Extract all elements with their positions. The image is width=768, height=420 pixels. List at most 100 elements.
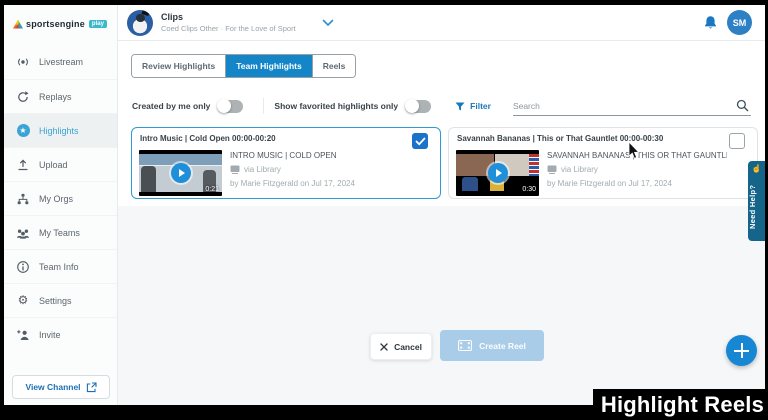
highlight-name: INTRO MUSIC | COLD OPEN xyxy=(230,151,410,160)
create-reel-label: Create Reel xyxy=(479,341,526,351)
highlight-card-savannah-bananas[interactable]: Savannah Bananas | This or That Gauntlet… xyxy=(448,127,758,199)
tab-review-highlights[interactable]: Review Highlights xyxy=(132,55,225,77)
sidebar-item-label: Team Info xyxy=(39,262,79,272)
favorited-only-label: Show favorited highlights only xyxy=(274,101,398,111)
highlight-source: via Library xyxy=(547,165,727,174)
bell-icon xyxy=(703,15,718,31)
replays-icon xyxy=(16,90,30,104)
close-icon xyxy=(380,343,388,351)
add-button[interactable] xyxy=(726,335,757,366)
video-thumbnail[interactable]: 0:21 xyxy=(139,150,222,196)
sidebar-item-settings[interactable]: ⚙ Settings xyxy=(4,283,117,317)
notifications-bell-button[interactable] xyxy=(703,15,718,31)
sidebar-item-label: Livestream xyxy=(39,57,83,67)
external-link-icon xyxy=(86,382,97,393)
sidebar-item-label: Replays xyxy=(39,92,72,102)
filter-button[interactable]: Filter xyxy=(455,101,491,111)
sidebar-item-upload[interactable]: Upload xyxy=(4,147,117,181)
play-button[interactable] xyxy=(488,163,508,183)
caption-text: Highlight Reels xyxy=(601,392,764,418)
divider xyxy=(263,98,264,114)
waving-hand-icon: ☝ xyxy=(748,164,765,173)
view-channel-label: View Channel xyxy=(25,382,80,392)
highlight-checkbox[interactable] xyxy=(412,133,428,149)
upload-icon xyxy=(16,158,30,172)
brand-name: sportsengine xyxy=(26,19,85,29)
checkmark-icon xyxy=(415,137,426,146)
search-field xyxy=(513,96,751,116)
sidebar-item-livestream[interactable]: Livestream xyxy=(4,45,117,79)
highlight-byline: by Marie Fitzgerald on Jul 17, 2024 xyxy=(230,179,410,188)
channel-subtitle: Coed Clips Other · For the Love of Sport xyxy=(161,24,296,33)
livestream-icon xyxy=(16,55,30,69)
favorited-only-toggle[interactable] xyxy=(405,100,431,113)
tab-team-highlights[interactable]: Team Highlights xyxy=(225,55,312,77)
sidebar-item-replays[interactable]: Replays xyxy=(4,79,117,113)
library-icon xyxy=(230,165,240,174)
sidebar-item-label: My Teams xyxy=(39,228,80,238)
invite-icon xyxy=(16,328,30,342)
need-help-tab[interactable]: ☝ Need Help? xyxy=(748,161,765,241)
highlight-title: Intro Music | Cold Open 00:00-00:20 xyxy=(140,134,276,143)
team-info-icon xyxy=(16,260,30,274)
main-area: Clips Coed Clips Other · For the Love of… xyxy=(118,5,765,405)
sidebar-item-label: My Orgs xyxy=(39,194,73,204)
highlight-card-intro-music[interactable]: Intro Music | Cold Open 00:00-00:20 0:21… xyxy=(131,127,441,199)
duration-badge: 0:30 xyxy=(522,186,536,193)
sidebar-item-highlights[interactable]: ★ Highlights xyxy=(4,113,117,147)
user-avatar[interactable]: SM xyxy=(727,10,752,35)
highlight-title: Savannah Bananas | This or That Gauntlet… xyxy=(457,134,663,143)
channel-switcher-chevron[interactable] xyxy=(322,19,334,27)
highlight-source-label: via Library xyxy=(561,165,598,174)
highlight-name: SAVANNAH BANANAS | THIS OR THAT GAUNTLET xyxy=(547,151,727,160)
header-actions: SM xyxy=(703,10,752,35)
logo: sportsengine play xyxy=(4,5,117,39)
play-badge: play xyxy=(89,20,107,28)
filter-label: Filter xyxy=(470,101,491,111)
sidebar-item-my-teams[interactable]: My Teams xyxy=(4,215,117,249)
sidebar-item-invite[interactable]: Invite xyxy=(4,317,117,351)
channel-header: Clips Coed Clips Other · For the Love of… xyxy=(118,5,765,41)
highlight-byline: by Marie Fitzgerald on Jul 17, 2024 xyxy=(547,179,727,188)
play-button[interactable] xyxy=(171,163,191,183)
sidebar-item-label: Settings xyxy=(39,296,72,306)
tab-bar: Review Highlights Team Highlights Reels xyxy=(131,54,356,78)
create-reel-button[interactable]: Create Reel xyxy=(440,330,544,361)
filter-row: Created by me only Show favorited highli… xyxy=(132,96,751,116)
play-icon xyxy=(179,169,185,177)
app-window: sportsengine play Livestream Replays xyxy=(4,5,765,405)
search-icon xyxy=(736,99,749,112)
library-icon xyxy=(547,165,557,174)
video-frame: sportsengine play Livestream Replays xyxy=(0,0,768,420)
view-channel-button[interactable]: View Channel xyxy=(12,375,110,399)
settings-icon: ⚙ xyxy=(16,294,30,308)
play-icon xyxy=(496,169,502,177)
sidebar-item-label: Upload xyxy=(39,160,68,170)
highlight-details: SAVANNAH BANANAS | THIS OR THAT GAUNTLET… xyxy=(547,151,727,188)
sidebar-item-label: Highlights xyxy=(39,126,79,136)
sidebar-item-label: Invite xyxy=(39,330,61,340)
cancel-button[interactable]: Cancel xyxy=(370,333,432,360)
sportsengine-logo-icon xyxy=(13,20,23,29)
my-teams-icon xyxy=(16,226,30,240)
highlight-details: INTRO MUSIC | COLD OPEN via Library by M… xyxy=(230,151,410,188)
highlight-checkbox[interactable] xyxy=(729,133,745,149)
created-by-me-label: Created by me only xyxy=(132,101,210,111)
highlight-source-label: via Library xyxy=(244,165,281,174)
my-orgs-icon xyxy=(16,192,30,206)
highlights-panel: Review Highlights Team Highlights Reels … xyxy=(118,41,765,206)
duration-badge: 0:21 xyxy=(205,186,219,193)
video-thumbnail[interactable]: 0:30 xyxy=(456,150,539,196)
created-by-me-toggle[interactable] xyxy=(217,100,243,113)
search-icon-button[interactable] xyxy=(736,99,749,112)
caption-overlay: Highlight Reels xyxy=(593,389,768,420)
filter-funnel-icon xyxy=(455,102,465,111)
search-input[interactable] xyxy=(513,101,736,111)
tab-reels[interactable]: Reels xyxy=(312,55,356,77)
sidebar-item-my-orgs[interactable]: My Orgs xyxy=(4,181,117,215)
team-avatar[interactable] xyxy=(127,10,153,36)
cancel-label: Cancel xyxy=(394,342,422,352)
highlight-source: via Library xyxy=(230,165,410,174)
film-reel-icon xyxy=(458,340,472,351)
sidebar-item-team-info[interactable]: Team Info xyxy=(4,249,117,283)
